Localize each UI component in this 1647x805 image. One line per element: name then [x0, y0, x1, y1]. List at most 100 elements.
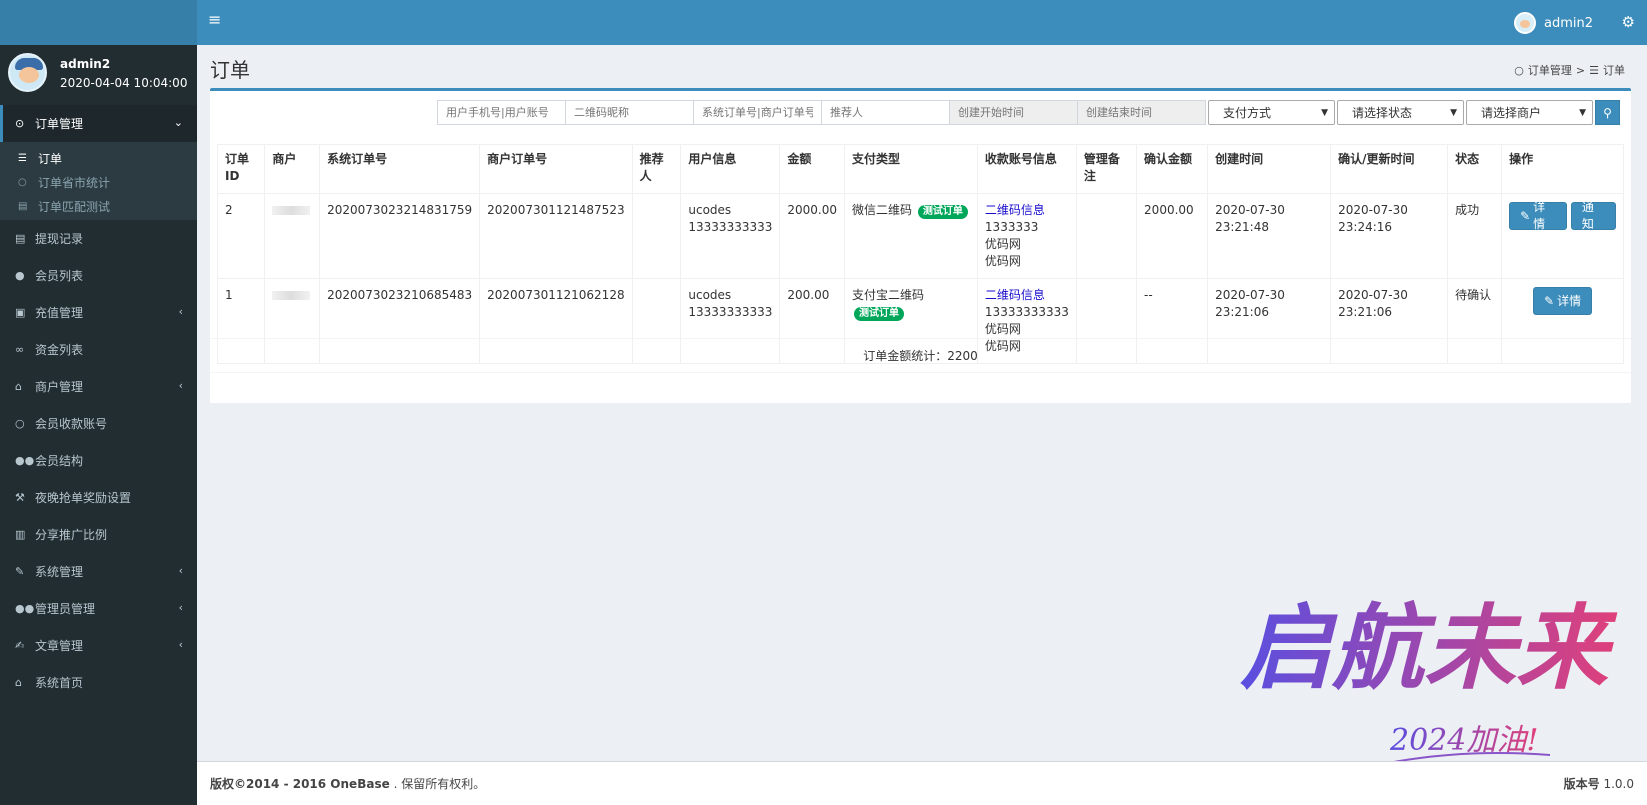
column-header: 确认金额 [1136, 144, 1209, 194]
circle-dot-icon: ⊙ [15, 117, 25, 130]
gavel-icon: ⚒ [15, 491, 25, 504]
circle-icon: ○ [18, 176, 27, 188]
sidebar-item-night-reward[interactable]: ⚒ 夜晚抢单奖励设置 [0, 479, 197, 516]
user-menu[interactable]: admin2 [1513, 12, 1593, 34]
users-icon: ●● [15, 454, 35, 467]
operations: ✎ 详情 通知 [1501, 193, 1624, 279]
sidebar-item-merchants[interactable]: ⌂ 商户管理 ‹ [0, 368, 197, 405]
sidebar-item-label: 会员列表 [35, 269, 84, 283]
sidebar-item-label: 文章管理 [35, 639, 84, 653]
column-header: 用户信息 [680, 144, 781, 194]
qrcode-nickname-input[interactable] [565, 100, 694, 125]
search-button[interactable]: ⚲ [1595, 100, 1620, 125]
column-header: 订单ID [216, 144, 266, 194]
table-row: 2 2020073023214831759 202007301121487523… [216, 193, 1624, 279]
phone-account-input[interactable] [437, 100, 566, 125]
column-header: 支付类型 [844, 144, 978, 194]
user-icon: ● [15, 269, 25, 282]
sidebar-item-funds[interactable]: ∞ 资金列表 [0, 331, 197, 368]
linkedin-icon: ▥ [15, 528, 26, 541]
gears-icon[interactable]: ⚙ [1622, 13, 1635, 31]
order-amount-summary: 订单金额统计：2200 [210, 338, 1631, 373]
qrcode-info-link[interactable]: 二维码信息 [985, 202, 1069, 219]
sidebar-item-share-ratio[interactable]: ▥ 分享推广比例 [0, 516, 197, 553]
end-time-input[interactable] [1077, 100, 1206, 125]
filter-bar: 支付方式 ▼ 请选择状态 ▼ 请选择商户 ▼ ⚲ [437, 100, 1620, 125]
sidebar-item-label: 资金列表 [35, 343, 84, 357]
column-header: 收款账号信息 [976, 144, 1077, 194]
breadcrumb-item-parent[interactable]: 订单管理 [1528, 62, 1572, 78]
sidebar-menu: ⊙ 订单管理 ⌄ ☰ 订单 ○ 订单省市统计 ▤ 订单匹配测试 ▤ 提现记录 ●… [0, 105, 197, 701]
column-header: 状态 [1447, 144, 1503, 194]
qrcode-info-link[interactable]: 二维码信息 [985, 287, 1069, 304]
top-navbar: ≡ admin2 ⚙ [0, 0, 1647, 45]
sidebar-item-member-structure[interactable]: ●● 会员结构 [0, 442, 197, 479]
submenu-item-label: 订单 [38, 151, 63, 166]
sidebar-item-member-accounts[interactable]: ○ 会员收款账号 [0, 405, 197, 442]
start-time-input[interactable] [949, 100, 1078, 125]
sidebar-item-label: 会员收款账号 [35, 417, 108, 431]
pay-type-label: 微信二维码 [852, 203, 913, 217]
submenu-item-match-test[interactable]: ▤ 订单匹配测试 [0, 194, 197, 218]
sidebar-item-recharge[interactable]: ▣ 充值管理 ‹ [0, 294, 197, 331]
copyright-rest: . 保留所有权利。 [393, 777, 486, 791]
notify-label: 通知 [1581, 200, 1594, 231]
blurred-merchant [272, 291, 311, 300]
test-order-badge: 测试订单 [917, 205, 968, 219]
column-header: 推荐人 [631, 144, 682, 194]
sidebar-item-system[interactable]: ✎ 系统管理 ‹ [0, 553, 197, 590]
order-number-input[interactable] [693, 100, 822, 125]
sidebar-item-admins[interactable]: ●● 管理员管理 ‹ [0, 590, 197, 627]
copyright: 版权©2014 - 2016 OneBase . 保留所有权利。 [210, 775, 485, 792]
watermark-sub-text: 2024加油! [1389, 723, 1538, 758]
breadcrumb-item-current: 订单 [1603, 64, 1625, 77]
sidebar-item-label: 提现记录 [35, 232, 84, 246]
home-icon: ⌂ [15, 676, 22, 689]
sidebar-item-label: 管理员管理 [35, 602, 96, 616]
copyright-bold: 版权©2014 - 2016 OneBase [210, 777, 390, 791]
avatar [1513, 12, 1536, 34]
detail-button[interactable]: ✎ 详情 [1533, 287, 1593, 315]
sidebar-toggle-icon[interactable]: ≡ [208, 12, 221, 28]
sidebar-item-label: 商户管理 [35, 380, 84, 394]
referrer-input[interactable] [821, 100, 950, 125]
order-id: 2 [216, 193, 266, 279]
submenu-item-orders[interactable]: ☰ 订单 [0, 146, 197, 170]
sidebar-item-withdrawals[interactable]: ▤ 提现记录 [0, 220, 197, 257]
table-header-row: 订单ID 商户 系统订单号 商户订单号 推荐人 用户信息 金额 支付类型 收款账… [216, 144, 1624, 194]
watermark-logo: 启航未来 2024加油! [1240, 594, 1618, 786]
account-info: 二维码信息 1333333 优码网 优码网 [976, 193, 1077, 279]
pay-type: 微信二维码 测试订单 [844, 193, 978, 279]
created-at: 2020-07-30 23:21:48 [1207, 193, 1332, 279]
status-select[interactable]: 请选择状态 ▼ [1337, 100, 1464, 125]
pay-type-label: 支付宝二维码 [852, 288, 925, 302]
link-icon: ∞ [15, 343, 25, 356]
submenu-item-region-stats[interactable]: ○ 订单省市统计 [0, 170, 197, 194]
version-number: 1.0.0 [1603, 777, 1634, 791]
confirm-amount: 2000.00 [1136, 193, 1209, 279]
circle-icon: ○ [15, 417, 25, 430]
sidebar-item-members[interactable]: ● 会员列表 [0, 257, 197, 294]
chevron-left-icon: ‹ [178, 564, 183, 577]
detail-label: 详情 [1557, 293, 1582, 308]
detail-button[interactable]: ✎ 详情 [1509, 200, 1567, 231]
sidebar-item-articles[interactable]: ✍ 文章管理 ‹ [0, 627, 197, 664]
detail-label: 详情 [1533, 200, 1546, 231]
merchant-select[interactable]: 请选择商户 ▼ [1466, 100, 1593, 125]
edit-icon: ✍ [15, 639, 25, 652]
user-phone: 13333333333 [688, 220, 773, 234]
chevron-left-icon: ‹ [178, 379, 183, 392]
chevron-down-icon: ▼ [1579, 107, 1586, 118]
sidebar-item-home[interactable]: ⌂ 系统首页 [0, 664, 197, 701]
orders-box: 支付方式 ▼ 请选择状态 ▼ 请选择商户 ▼ ⚲ 订单ID 商户 系统订单号 商… [210, 88, 1631, 403]
pay-method-select[interactable]: 支付方式 ▼ [1208, 100, 1335, 125]
sidebar-item-order-management[interactable]: ⊙ 订单管理 ⌄ [0, 105, 197, 142]
breadcrumb-separator: > [1575, 63, 1586, 77]
notify-button[interactable]: 通知 [1570, 200, 1616, 231]
breadcrumb: ○ 订单管理 > ☰ 订单 [1514, 62, 1625, 78]
sidebar: admin2 2020-04-04 10:04:00 ⊙ 订单管理 ⌄ ☰ 订单… [0, 45, 197, 805]
bank-icon: ⌂ [15, 380, 22, 393]
sidebar-item-label: 夜晚抢单奖励设置 [35, 491, 132, 505]
chevron-down-icon: ▼ [1321, 107, 1328, 118]
amount: 2000.00 [779, 193, 845, 279]
